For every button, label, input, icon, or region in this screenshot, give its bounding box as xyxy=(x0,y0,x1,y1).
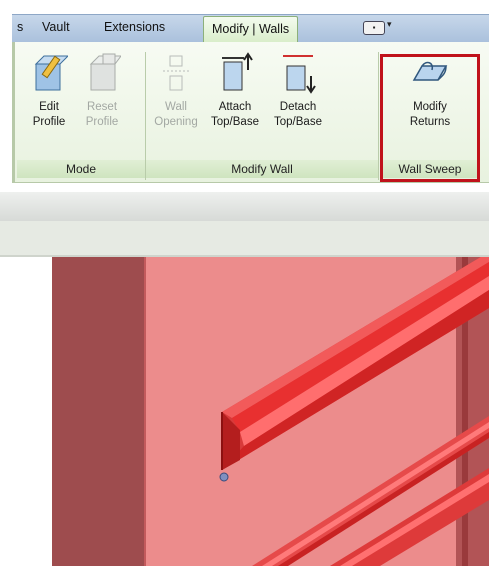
attach-top-base-icon xyxy=(222,52,253,91)
edit-profile-icon xyxy=(34,55,68,91)
chevron-down-icon[interactable]: ▾ xyxy=(387,19,392,30)
reset-profile-icon xyxy=(89,53,121,91)
wall-opening-line1: Wall xyxy=(165,101,187,113)
detach-top-base-line2: Top/Base xyxy=(274,116,322,128)
panel-title-modify-wall: Modify Wall xyxy=(146,160,378,178)
edit-profile-line1: Edit xyxy=(39,101,59,113)
reset-profile-button[interactable]: Reset Profile xyxy=(77,52,127,130)
detach-top-base-button[interactable]: Detach Top/Base xyxy=(266,52,330,130)
attach-top-base-button[interactable]: Attach Top/Base xyxy=(203,52,267,130)
properties-bar xyxy=(0,221,489,257)
reset-profile-line2: Profile xyxy=(85,116,119,128)
tab-vault[interactable]: Vault xyxy=(42,20,70,34)
panel-edge xyxy=(12,42,15,182)
attach-top-base-line1: Attach xyxy=(218,101,252,113)
panel-separator xyxy=(378,52,379,180)
wall-edge xyxy=(144,257,146,566)
detach-top-base-line1: Detach xyxy=(279,101,317,113)
reset-profile-line1: Reset xyxy=(86,101,118,113)
tab-modify-walls[interactable]: Modify | Walls xyxy=(203,16,299,43)
wall-opening-line2: Opening xyxy=(154,116,198,128)
quick-access-icon[interactable]: ▪ xyxy=(363,21,385,35)
wall-opening-button[interactable]: Wall Opening xyxy=(148,52,204,130)
drawing-viewport[interactable] xyxy=(0,257,489,566)
options-bar xyxy=(0,192,489,222)
tab-partial[interactable]: s xyxy=(17,20,23,34)
wall-side-face xyxy=(52,257,145,566)
tab-extensions[interactable]: Extensions xyxy=(104,20,165,34)
detach-top-base-icon xyxy=(283,55,316,94)
highlight-box xyxy=(380,54,480,182)
panel-title-mode: Mode xyxy=(17,160,145,178)
wall-opening-icon xyxy=(163,55,189,91)
attach-top-base-line2: Top/Base xyxy=(211,116,259,128)
sweep-endpoint-grip[interactable] xyxy=(219,472,229,482)
edit-profile-line2: Profile xyxy=(32,116,66,128)
edit-profile-button[interactable]: Edit Profile xyxy=(24,52,74,130)
